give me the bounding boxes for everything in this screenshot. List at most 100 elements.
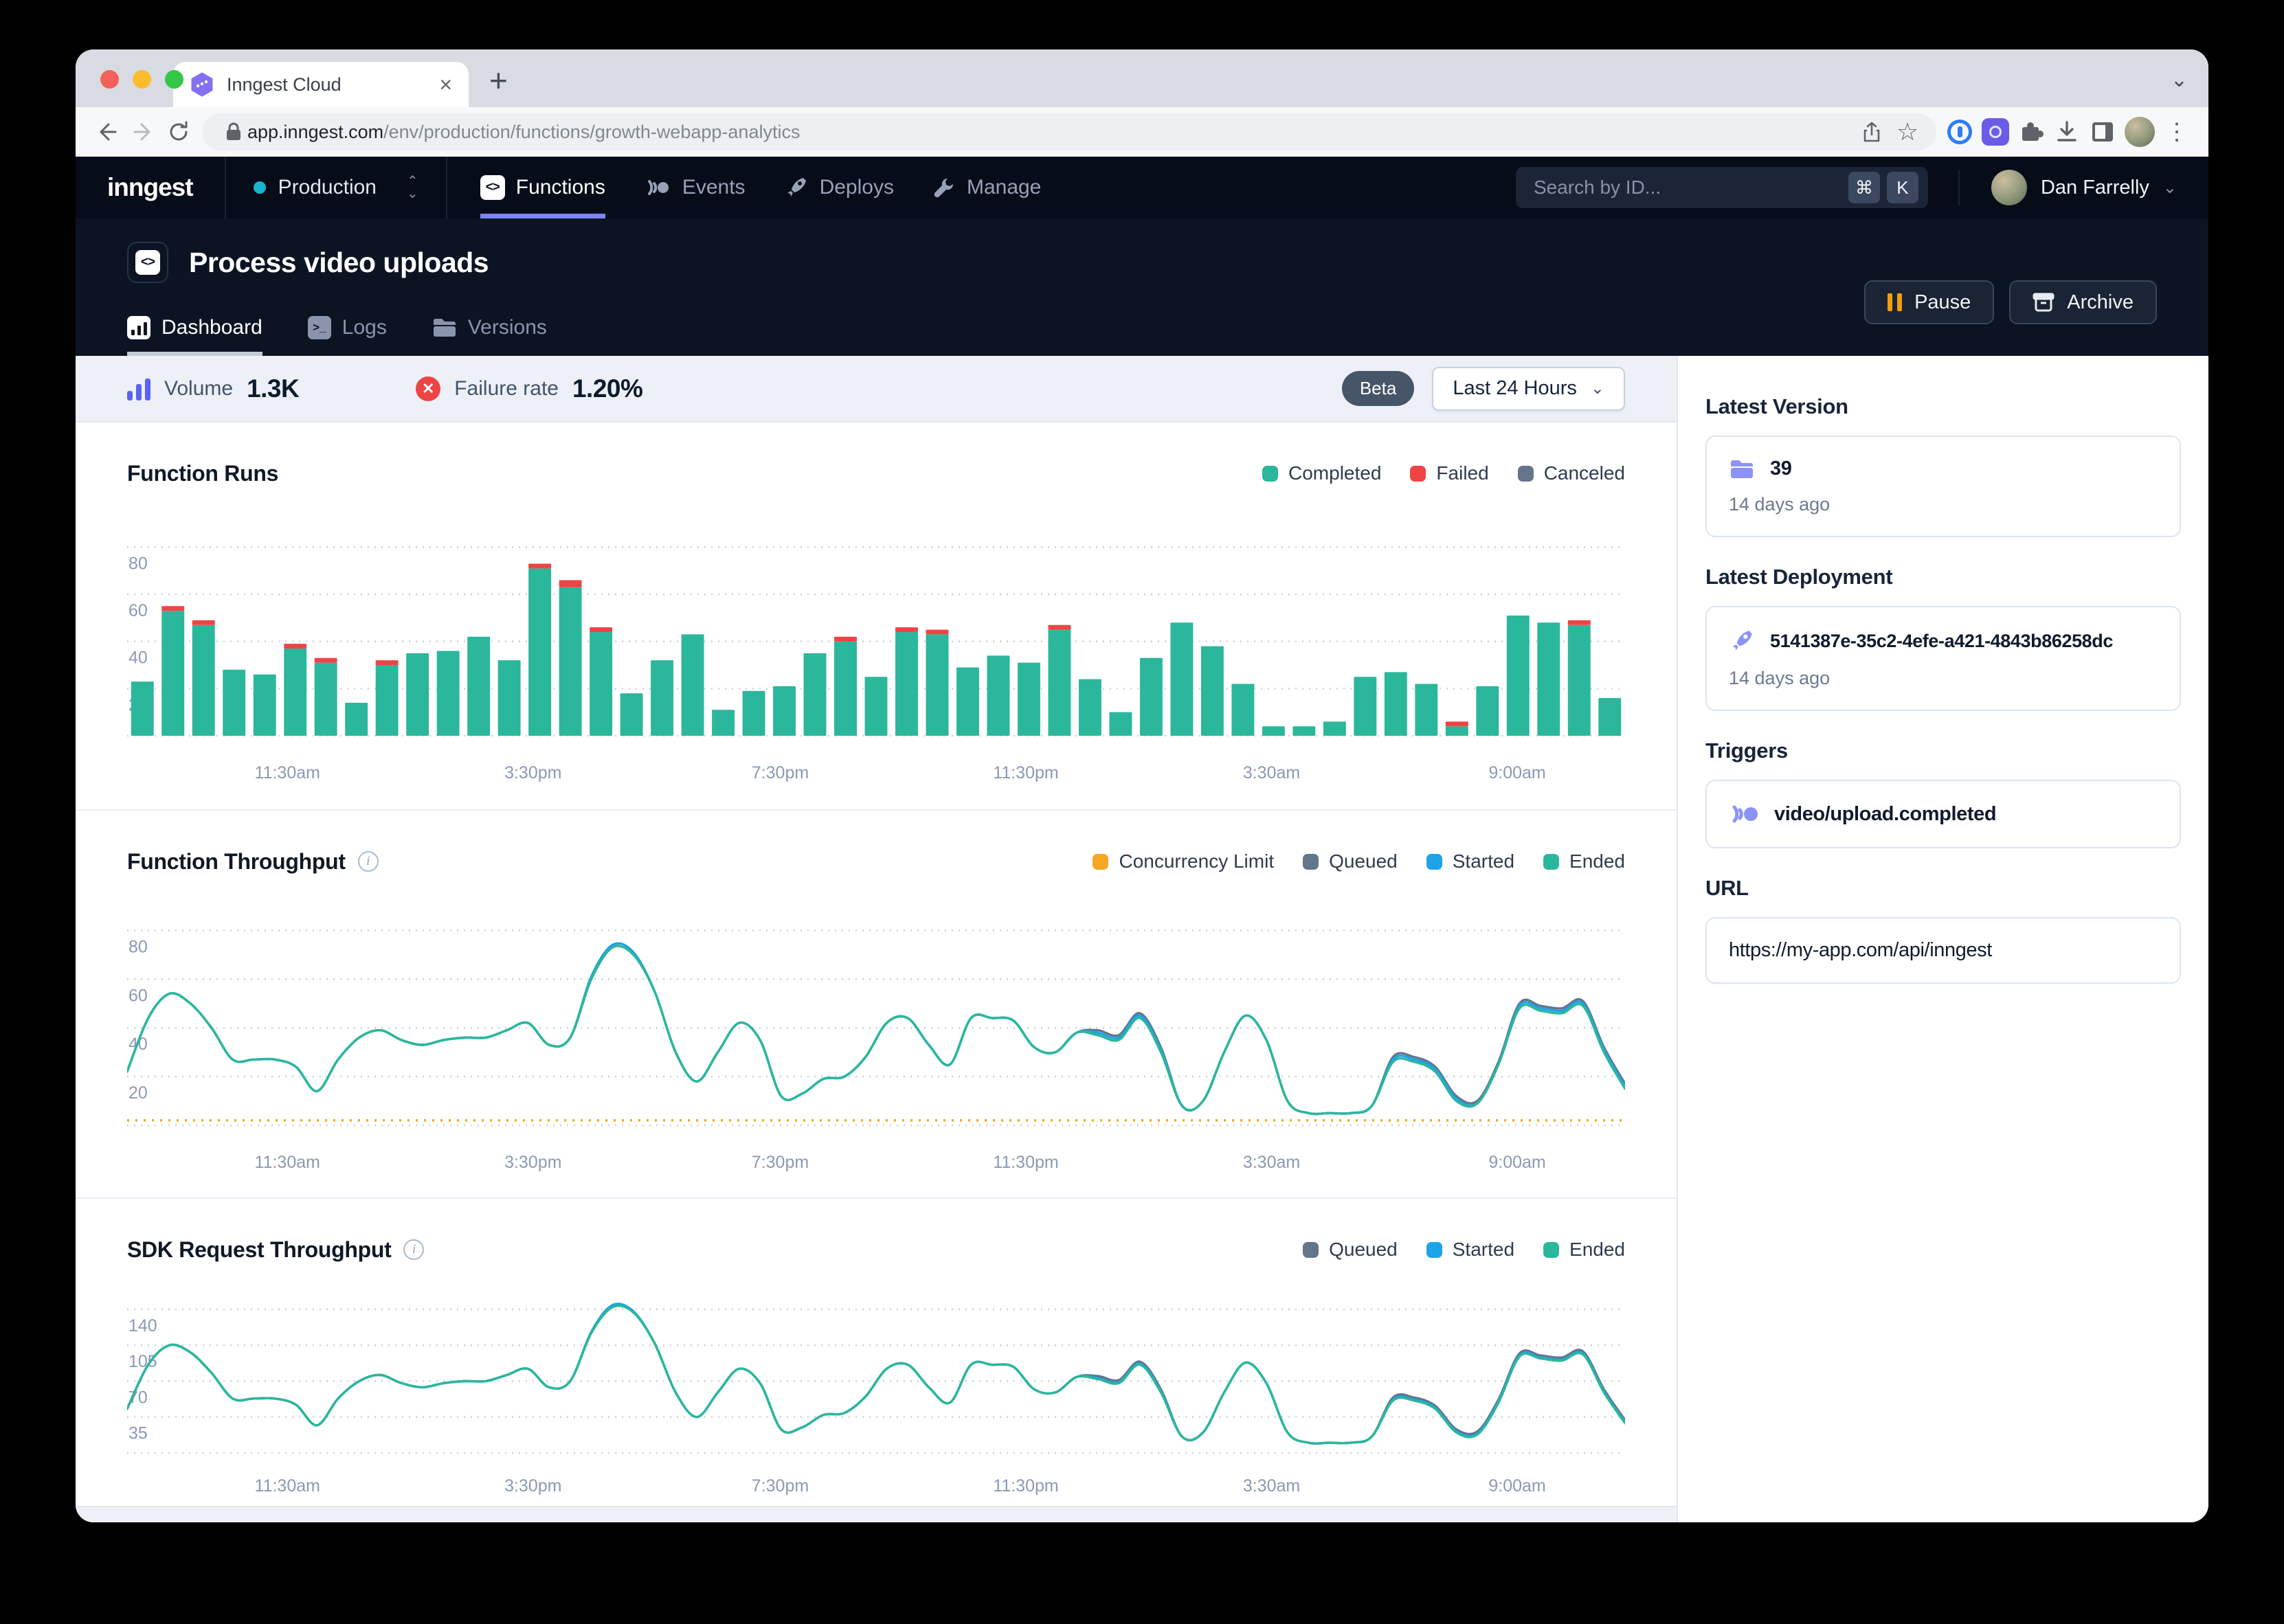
close-window-button[interactable] [100,70,119,89]
nav-items: <> Functions Events Deploys Manage [447,157,1075,218]
function-tabs: Dashboard >_ Logs Versions [127,316,547,356]
maximize-window-button[interactable] [165,70,183,89]
function-throughput-panel: Function Throughput i Concurrency Limit … [76,811,1677,1199]
search-input[interactable]: Search by ID... ⌘ K [1516,167,1928,208]
info-icon[interactable]: i [403,1239,424,1260]
legend-swatch [1303,1242,1319,1258]
legend-swatch [1543,854,1559,870]
functions-icon: <> [480,175,505,200]
beta-badge: Beta [1342,371,1415,406]
svg-text:3:30am: 3:30am [1243,1153,1300,1172]
new-tab-button[interactable]: + [489,65,508,96]
url-card[interactable]: https://my-app.com/api/inngest [1705,917,2181,984]
legend-item: Queued [1303,850,1398,872]
window-controls [100,70,183,89]
nav-item-deploys[interactable]: Deploys [784,157,894,218]
legend-swatch [1410,466,1426,482]
svg-text:9:00am: 9:00am [1488,1153,1545,1172]
legend-item: Canceled [1518,462,1625,484]
svg-text:7:30pm: 7:30pm [752,1153,809,1172]
browser-tab[interactable]: Inngest Cloud × [173,62,469,107]
puzzle-extensions-icon[interactable] [2015,116,2047,148]
svg-text:9:00am: 9:00am [1488,1476,1545,1496]
share-icon[interactable] [1854,114,1890,150]
url-heading: URL [1705,876,2181,901]
sidebar-panel-icon[interactable] [2087,116,2118,148]
bookmark-star-icon[interactable]: ☆ [1890,114,1925,150]
wrench-icon [932,176,956,199]
tab-logs[interactable]: >_ Logs [308,316,387,356]
deployment-time: 14 days ago [1729,668,2158,689]
trigger-card[interactable]: video/upload.completed [1705,780,2181,848]
legend-item: Queued [1303,1239,1398,1261]
legend-item: Started [1426,850,1514,872]
svg-text:60: 60 [128,986,148,1005]
svg-text:80: 80 [128,937,148,956]
browser-profile-avatar[interactable] [2125,117,2155,147]
legend-swatch [1303,854,1319,870]
svg-text:3:30am: 3:30am [1243,1476,1300,1496]
legend-item: Failed [1410,462,1488,484]
content: Volume 1.3K ✕ Failure rate 1.20% Beta La… [76,356,2208,1522]
tab-dashboard[interactable]: Dashboard [127,316,262,356]
pause-button[interactable]: Pause [1864,280,1994,324]
forward-icon[interactable] [125,114,161,150]
archive-button[interactable]: Archive [2009,280,2157,324]
environment-selector[interactable]: Production ⌃⌄ [226,157,446,218]
select-chevron-down-icon: ⌄ [1591,379,1604,398]
header-actions: Pause Archive [1864,280,2157,324]
function-throughput-legend: Concurrency Limit Queued Started Ended [1093,850,1625,872]
details-sidebar: Latest Version 39 14 days ago Latest Dep… [1678,356,2208,1522]
user-chevron-down-icon: ⌄ [2163,178,2177,198]
purple-extension-icon[interactable] [1980,116,2011,148]
url-bar[interactable]: app.inngest.com/env/production/functions… [202,113,1936,150]
legend-item: Completed [1262,462,1381,484]
latest-deployment-card[interactable]: 5141387e-35c2-4efe-a421-4843b86258dc 14 … [1705,606,2181,711]
chart-title: Function Runs [127,461,278,486]
kbd-cmd: ⌘ [1848,172,1880,203]
svg-text:9:00am: 9:00am [1488,763,1545,782]
folder-icon [1729,458,1755,480]
svg-text:7:30pm: 7:30pm [752,763,809,782]
onepassword-extension-icon[interactable] [1944,116,1975,148]
function-runs-chart: 2040608011:30am3:30pm7:30pm11:30pm3:30am… [127,505,1625,807]
legend-item: Started [1426,1239,1514,1261]
legend-item: Ended [1543,1239,1625,1261]
inngest-logo[interactable]: inngest [76,157,225,218]
user-name: Dan Farrelly [2041,177,2149,199]
failure-x-icon: ✕ [416,376,440,401]
svg-text:140: 140 [128,1316,157,1335]
time-range-select[interactable]: Last 24 Hours ⌄ [1432,367,1625,411]
user-menu[interactable]: Dan Farrelly ⌄ [1958,170,2208,205]
env-updown-chevrons-icon: ⌃⌄ [407,177,418,199]
back-icon[interactable] [89,114,125,150]
tab-close-icon[interactable]: × [439,74,452,95]
svg-text:3:30am: 3:30am [1243,763,1300,782]
sdk-throughput-panel: SDK Request Throughput i Queued Started … [76,1199,1677,1506]
nav-item-events[interactable]: Events [644,157,746,218]
info-icon[interactable]: i [358,851,379,872]
legend-swatch [1543,1242,1559,1258]
url-text: app.inngest.com/env/production/functions… [247,122,1854,143]
nav-item-manage[interactable]: Manage [932,157,1041,218]
event-wave-icon [1729,802,1759,826]
stats-bar: Volume 1.3K ✕ Failure rate 1.20% Beta La… [76,356,1677,422]
nav-item-functions[interactable]: <> Functions [480,157,605,218]
archive-icon [2033,292,2055,313]
legend-item: Ended [1543,850,1625,872]
lock-icon [220,114,247,150]
downloads-icon[interactable] [2051,116,2083,148]
triggers-heading: Triggers [1705,738,2181,763]
legend-swatch [1093,854,1108,870]
svg-text:11:30pm: 11:30pm [993,1153,1058,1172]
function-runs-legend: Completed Failed Canceled [1262,462,1625,484]
tab-versions[interactable]: Versions [432,316,547,356]
function-header: <> Process video uploads Dashboard >_ Lo… [76,218,2208,356]
minimize-window-button[interactable] [133,70,151,89]
failure-rate-stat: ✕ Failure rate 1.20% [416,374,642,403]
reload-icon[interactable] [161,114,197,150]
tab-search-chevron-icon[interactable]: ⌄ [2171,68,2188,92]
browser-menu-kebab-icon[interactable]: ⋮ [2161,116,2193,148]
function-runs-panel: Function Runs Completed Failed Canceled … [76,422,1677,811]
browser-window: Inngest Cloud × + ⌄ app.inngest.com/env/… [76,49,2208,1522]
